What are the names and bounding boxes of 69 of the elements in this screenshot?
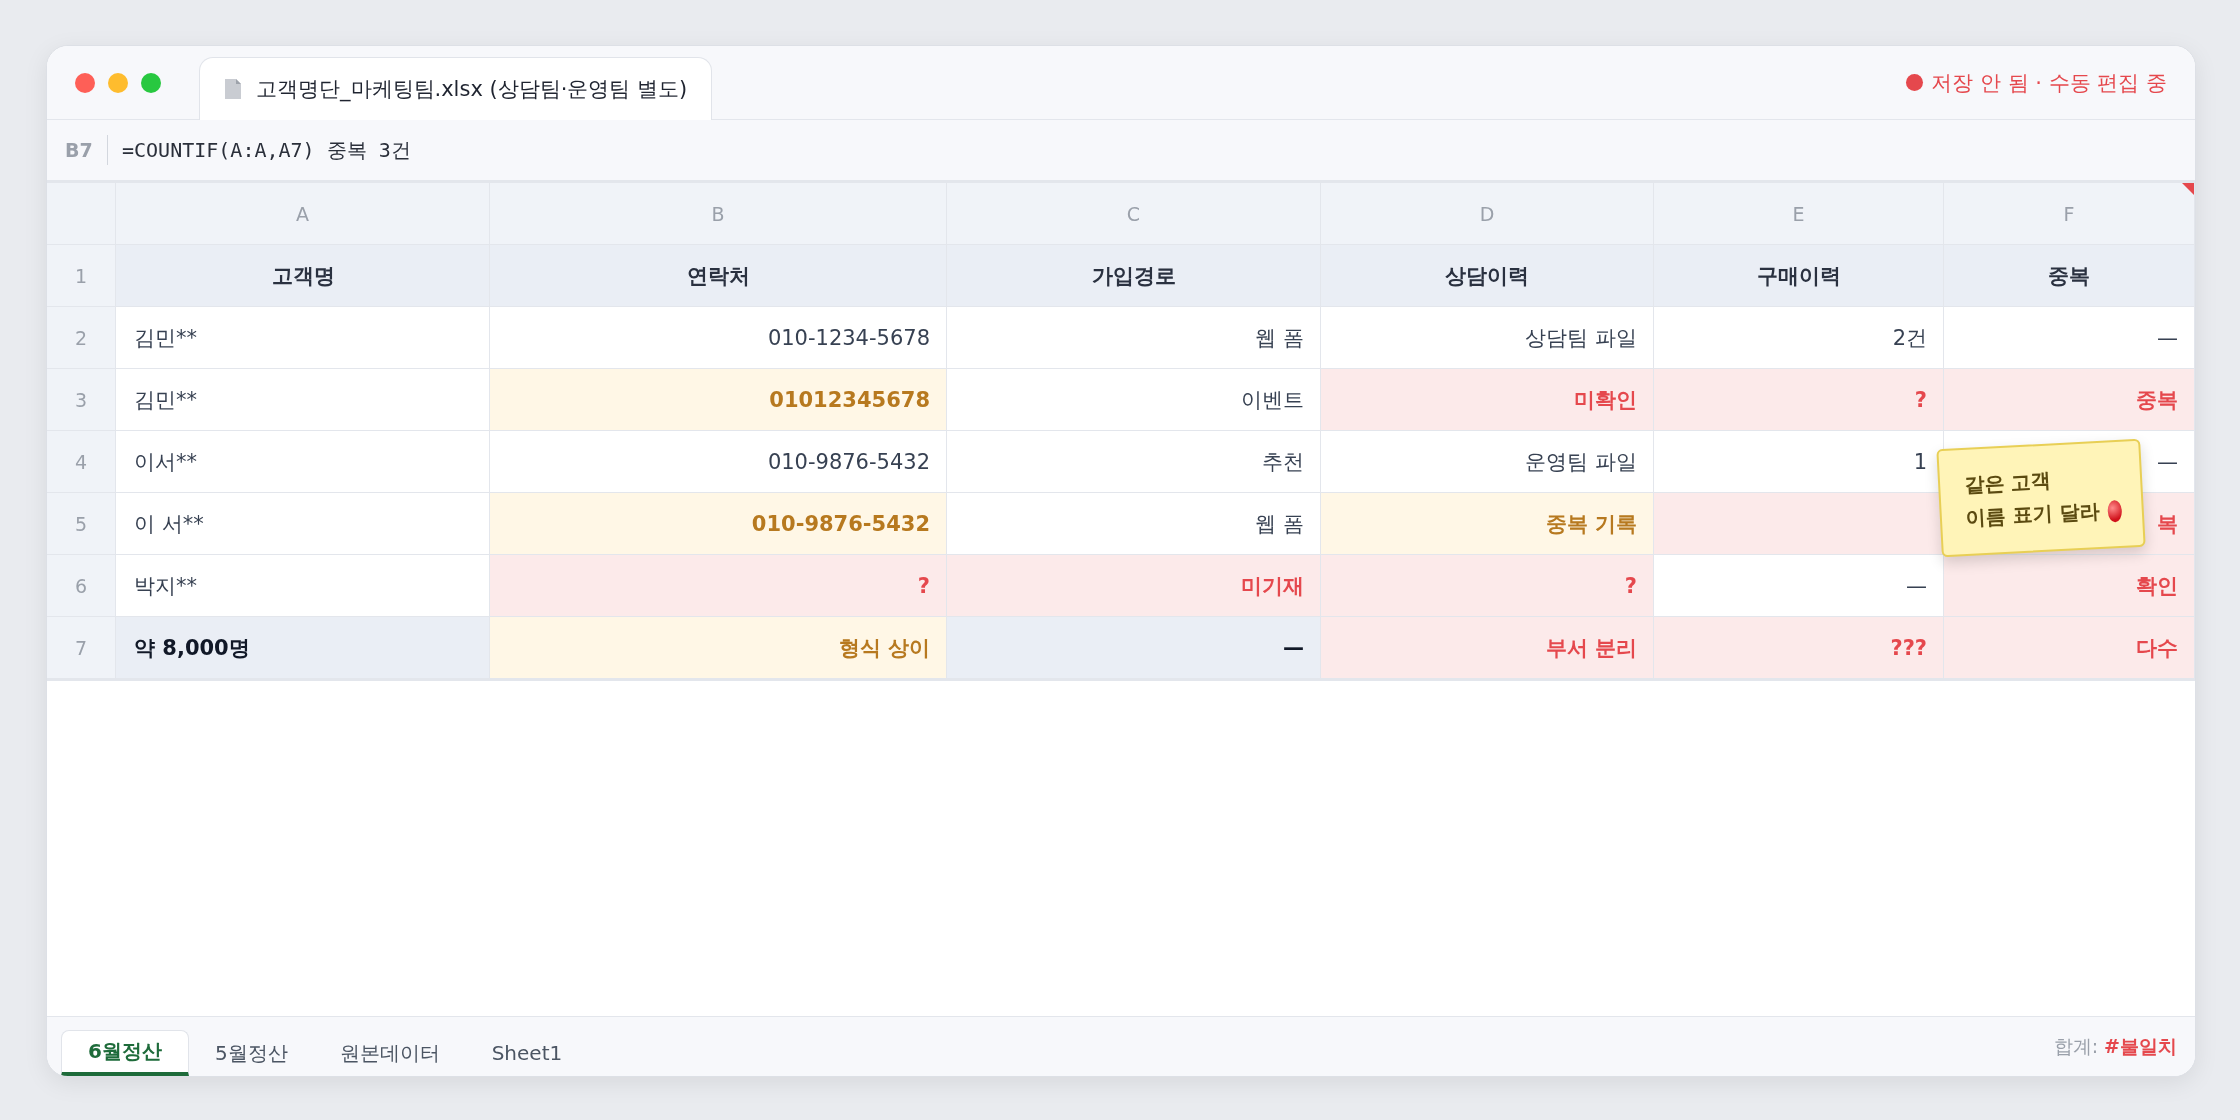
maximize-button[interactable] bbox=[141, 72, 161, 93]
header-cell: 상담이력 bbox=[1321, 245, 1654, 307]
table-cell: 010-1234-5678 bbox=[490, 307, 947, 369]
table-cell: 중복 bbox=[1944, 369, 2195, 431]
table-cell: 미기재 bbox=[947, 555, 1321, 617]
table-cell: 박지** bbox=[116, 555, 490, 617]
table-cell: 김민** bbox=[116, 307, 490, 369]
table-cell: 웹 폼 bbox=[947, 307, 1321, 369]
document-title: 고객명단_마케팅팀.xlsx (상담팀·운영팀 별도) bbox=[256, 76, 688, 103]
table-cell: 김민** bbox=[116, 369, 490, 431]
dot-icon bbox=[2107, 499, 2123, 522]
table-cell: ? bbox=[1654, 369, 1944, 431]
table-cell: — bbox=[1654, 555, 1944, 617]
sheet-tab[interactable]: 5월정산 bbox=[188, 1030, 314, 1076]
row-header[interactable]: 6 bbox=[47, 555, 116, 617]
row-header[interactable]: 3 bbox=[47, 369, 116, 431]
table-cell: 확인 bbox=[1944, 555, 2195, 617]
table-cell: 미확인 bbox=[1321, 369, 1654, 431]
unsaved-dot-icon bbox=[1906, 74, 1924, 91]
column-header[interactable]: C bbox=[947, 183, 1321, 245]
row-header[interactable]: 7 bbox=[47, 617, 116, 679]
header-cell: 고객명 bbox=[116, 245, 490, 307]
table-cell: 2건 bbox=[1654, 307, 1944, 369]
header-cell: 구매이력 bbox=[1654, 245, 1944, 307]
sheet-tab[interactable]: 6월정산 bbox=[61, 1030, 189, 1076]
table-cell: 추천 bbox=[947, 431, 1321, 493]
table-cell: ? bbox=[1321, 555, 1654, 617]
sheet-tab[interactable]: 원본데이터 bbox=[313, 1030, 466, 1076]
sheet-tab[interactable]: Sheet1 bbox=[465, 1030, 589, 1076]
status-value: #불일치 bbox=[2104, 1033, 2177, 1059]
cell-reference: B7 bbox=[65, 139, 94, 161]
table-cell: 웹 폼 bbox=[947, 493, 1321, 555]
row-header[interactable]: 1 bbox=[47, 245, 116, 307]
table-cell: 운영팀 파일 bbox=[1321, 431, 1654, 493]
table-cell: 010-9876-5432 bbox=[490, 493, 947, 555]
column-header[interactable]: F bbox=[1944, 183, 2195, 245]
table-cell: — bbox=[1944, 307, 2195, 369]
file-icon bbox=[224, 78, 242, 100]
table-cell: 중복 기록 bbox=[1321, 493, 1654, 555]
table-cell: 이 서** bbox=[116, 493, 490, 555]
table-cell: — bbox=[947, 617, 1321, 679]
save-status: 저장 안 됨 · 수동 편집 중 bbox=[1931, 69, 2167, 97]
table-cell: 1 bbox=[1654, 431, 1944, 493]
table-cell: 다수 bbox=[1944, 617, 2195, 679]
column-header[interactable]: E bbox=[1654, 183, 1944, 245]
row-header[interactable]: 2 bbox=[47, 307, 116, 369]
minimize-button[interactable] bbox=[108, 72, 128, 93]
table-cell: 약 8,000명 bbox=[116, 617, 490, 679]
note-text: 이름 표기 달라 bbox=[1965, 497, 2101, 532]
table-cell: 01012345678 bbox=[490, 369, 947, 431]
row-header[interactable]: 5 bbox=[47, 493, 116, 555]
table-cell: 상담팀 파일 bbox=[1321, 307, 1654, 369]
header-cell: 연락처 bbox=[490, 245, 947, 307]
document-tab[interactable]: 고객명단_마케팅팀.xlsx (상담팀·운영팀 별도) bbox=[199, 57, 713, 120]
header-cell: 가입경로 bbox=[947, 245, 1321, 307]
table-cell: 형식 상이 bbox=[490, 617, 947, 679]
table-cell: ? bbox=[490, 555, 947, 617]
formula-text[interactable]: =COUNTIF(A:A,A7) 중복 3건 bbox=[122, 136, 411, 164]
column-header[interactable]: D bbox=[1321, 183, 1654, 245]
row-header[interactable]: 4 bbox=[47, 431, 116, 493]
table-cell: 010-9876-5432 bbox=[490, 431, 947, 493]
column-header[interactable]: A bbox=[116, 183, 490, 245]
close-button[interactable] bbox=[75, 72, 95, 93]
table-cell: 이벤트 bbox=[947, 369, 1321, 431]
table-cell: 부서 분리 bbox=[1321, 617, 1654, 679]
status-label: 합계: bbox=[2053, 1033, 2099, 1059]
column-header[interactable]: B bbox=[490, 183, 947, 245]
table-cell: 이서** bbox=[116, 431, 490, 493]
table-cell: ??? bbox=[1654, 617, 1944, 679]
